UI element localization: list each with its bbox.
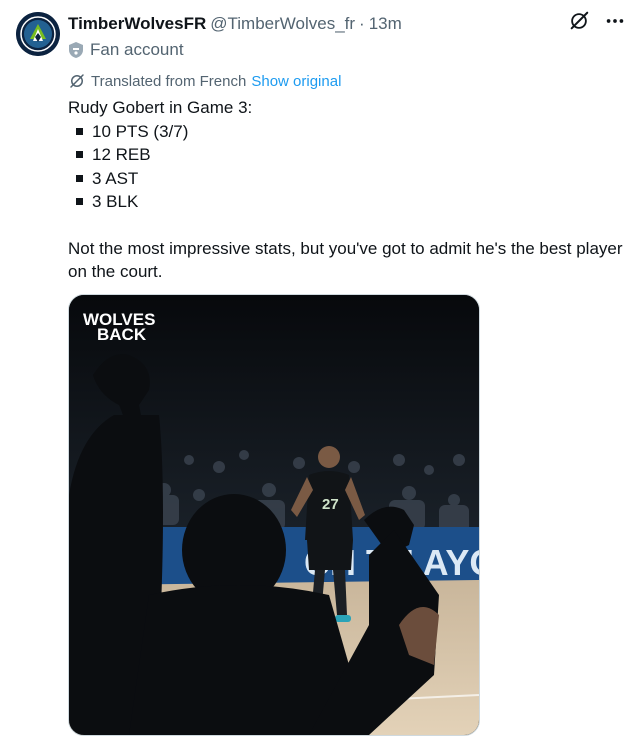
team-logo-icon — [16, 12, 60, 56]
bullet-icon — [76, 198, 83, 206]
stat-item: 3 BLK — [68, 190, 624, 214]
stat-text: 3 BLK — [92, 192, 139, 211]
game-photo: CH TH AYOF 27 — [69, 295, 479, 735]
logo-line2: BACK — [97, 325, 147, 344]
stat-text: 12 REB — [92, 145, 151, 164]
tweet-actions — [568, 10, 626, 32]
bullet-icon — [76, 127, 83, 135]
fan-account-text: Fan account — [90, 40, 184, 59]
stat-item: 3 AST — [68, 167, 624, 191]
tweet-intro: Rudy Gobert in Game 3: — [68, 98, 253, 117]
tweet-media-photo[interactable]: CH TH AYOF 27 — [68, 294, 480, 736]
timestamp[interactable]: 13m — [369, 14, 402, 34]
bullet-icon — [76, 174, 83, 182]
stat-item: 10 PTS (3/7) — [68, 120, 624, 144]
tweet-header: TimberWolvesFR @TimberWolves_fr · 13m — [68, 12, 402, 36]
show-original-link[interactable]: Show original — [251, 73, 341, 90]
stat-item: 12 REB — [68, 143, 624, 167]
author-name[interactable]: TimberWolvesFR — [68, 14, 206, 34]
author-handle[interactable]: @TimberWolves_fr — [210, 14, 355, 34]
grok-icon[interactable] — [568, 10, 590, 32]
bullet-icon — [76, 151, 83, 159]
tweet-closing: Not the most impressive stats, but you'v… — [68, 238, 623, 282]
fan-account-label: Fan account — [68, 40, 184, 60]
stat-text: 3 AST — [92, 168, 139, 188]
shield-icon — [69, 42, 83, 58]
stat-text: 10 PTS (3/7) — [92, 121, 189, 141]
more-options-icon[interactable] — [604, 10, 626, 32]
translate-icon — [70, 74, 84, 88]
tweet-body: Rudy Gobert in Game 3: 10 PTS (3/7) 12 R… — [68, 96, 624, 284]
separator-dot: · — [359, 14, 365, 33]
translation-row: Translated from French Show original — [68, 72, 341, 90]
avatar[interactable] — [16, 12, 60, 56]
jersey-number: 27 — [322, 496, 339, 513]
translation-note: Translated from French — [91, 72, 247, 90]
